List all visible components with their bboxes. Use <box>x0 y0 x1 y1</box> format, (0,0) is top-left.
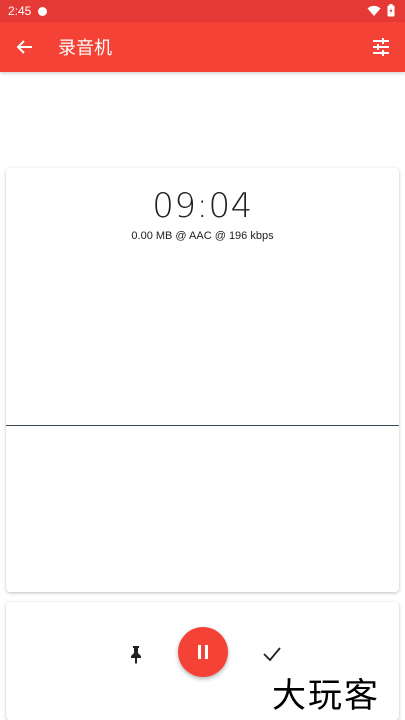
recording-timer: 09:04 <box>152 186 253 226</box>
pin-icon <box>131 646 141 664</box>
waveform-line <box>6 425 399 426</box>
status-time: 2:45 <box>8 4 32 18</box>
check-icon <box>263 647 281 662</box>
wifi-icon <box>367 5 381 16</box>
status-icons <box>367 4 395 17</box>
recording-info: 0.00 MB @ AAC @ 196 kbps <box>131 230 274 242</box>
notification-dot-icon <box>38 6 48 16</box>
back-button[interactable] <box>0 22 48 72</box>
arrow-back-icon <box>16 40 32 54</box>
status-bar: 2:45 <box>0 0 405 22</box>
done-button[interactable] <box>260 642 284 666</box>
battery-icon <box>387 4 395 17</box>
pin-button[interactable] <box>124 642 148 666</box>
settings-button[interactable] <box>369 35 393 59</box>
tune-icon <box>373 38 389 56</box>
watermark: 大玩客 <box>272 676 380 716</box>
pause-button[interactable] <box>178 627 228 677</box>
recording-card: 09:04 0.00 MB @ AAC @ 196 kbps <box>6 168 399 592</box>
app-title: 录音机 <box>58 38 112 58</box>
pause-icon <box>198 645 208 659</box>
app-bar: 录音机 <box>0 22 405 72</box>
